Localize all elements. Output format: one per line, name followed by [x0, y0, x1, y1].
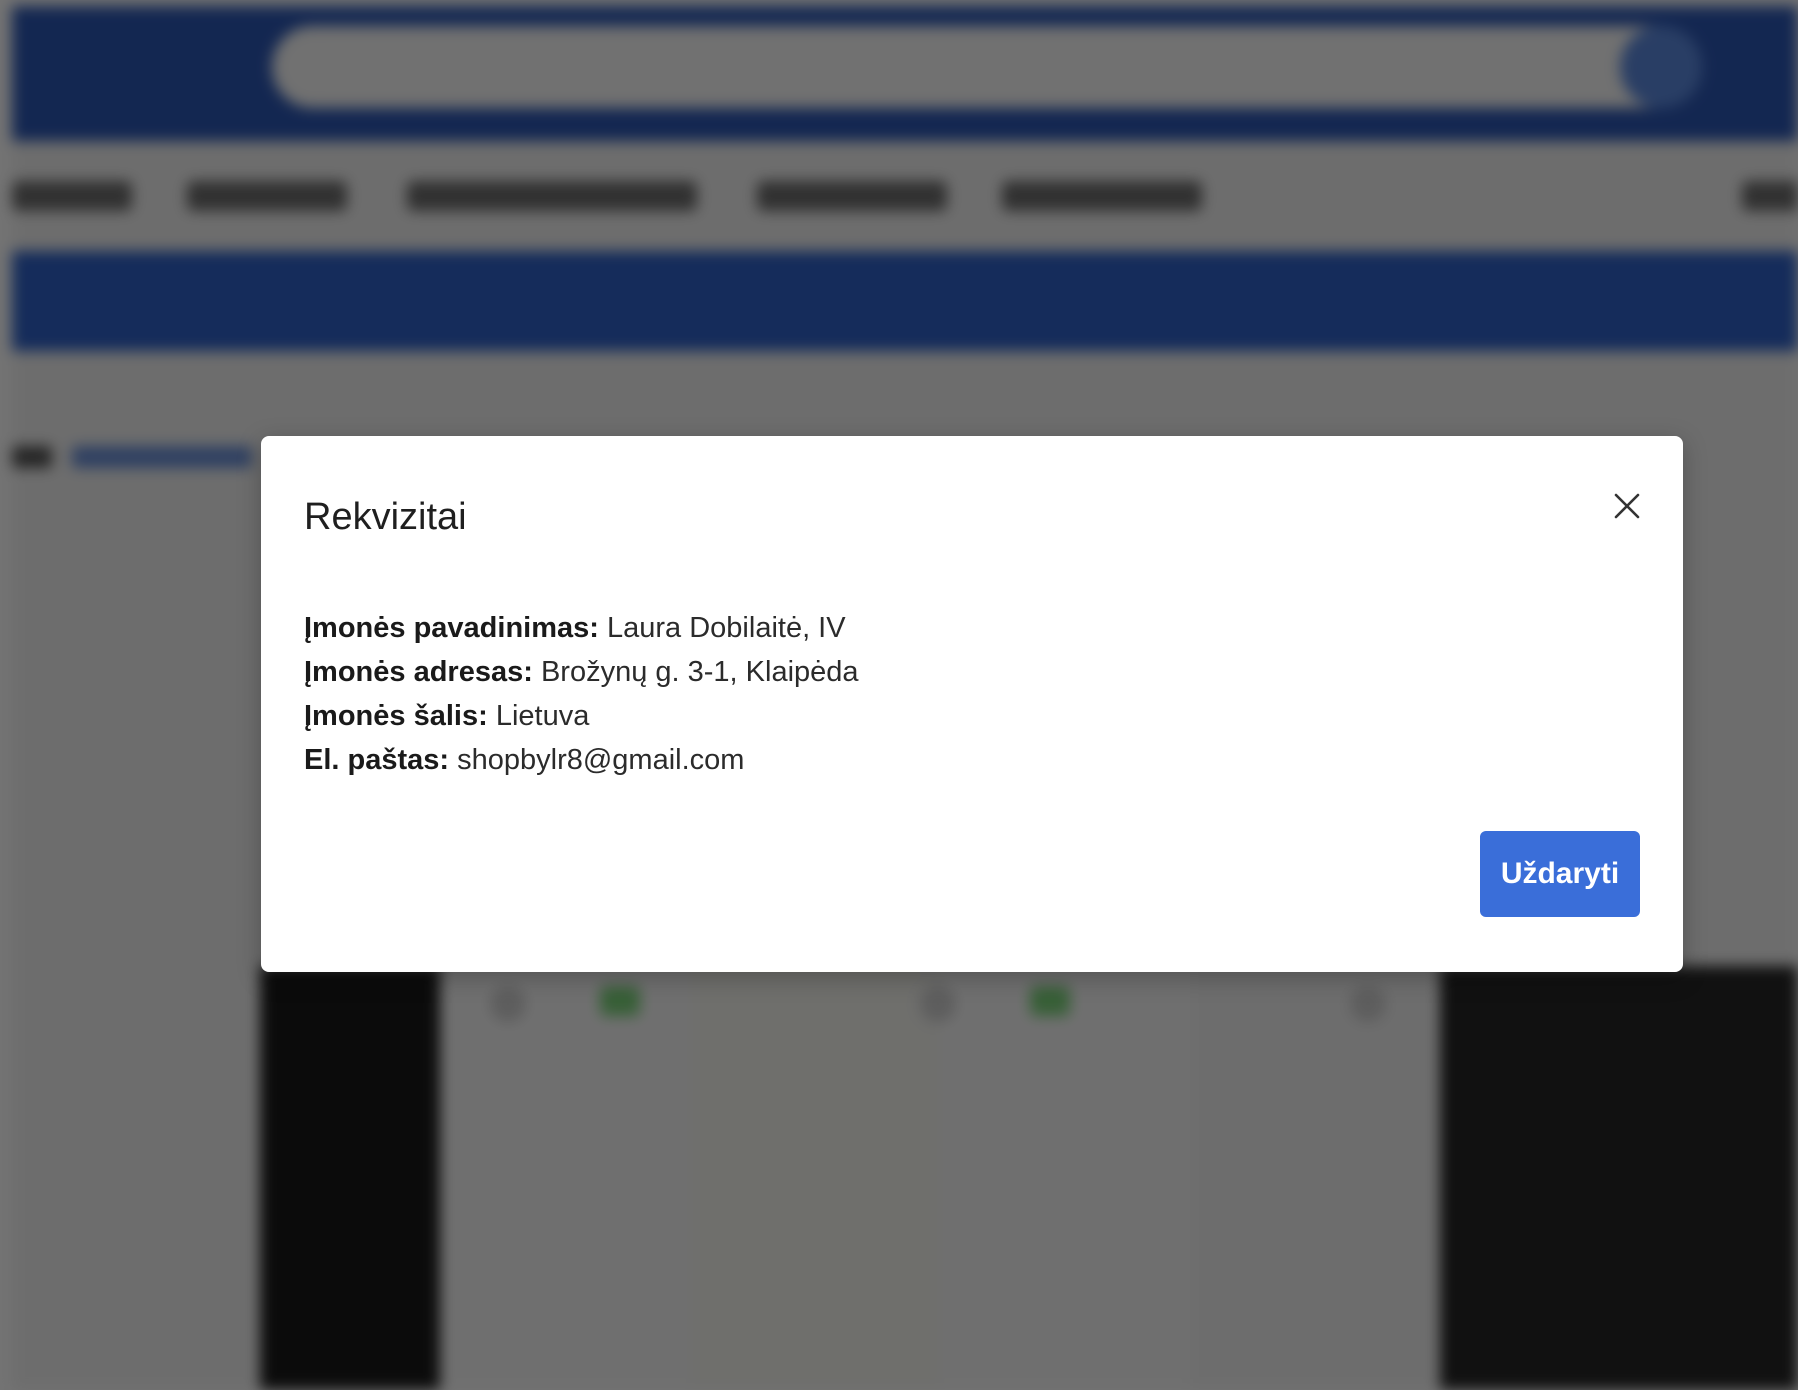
company-name-value: Laura Dobilaitė, IV — [607, 612, 846, 644]
company-details: Įmonės pavadinimas: Laura Dobilaitė, IV … — [304, 606, 859, 782]
close-icon — [1614, 493, 1640, 519]
company-email-value: shopbylr8@gmail.com — [457, 744, 745, 776]
company-address-label: Įmonės adresas: — [304, 656, 533, 688]
company-country-label: Įmonės šalis: — [304, 700, 488, 732]
company-country-value: Lietuva — [495, 700, 590, 732]
company-name-row: Įmonės pavadinimas: Laura Dobilaitė, IV — [304, 606, 859, 650]
close-modal-button[interactable]: Uždaryti — [1480, 831, 1640, 917]
company-country-row: Įmonės šalis: Lietuva — [304, 694, 859, 738]
close-button[interactable] — [1607, 486, 1647, 526]
company-email-label: El. paštas: — [304, 744, 450, 776]
modal-title: Rekvizitai — [304, 496, 467, 538]
company-email-row: El. paštas: shopbylr8@gmail.com — [304, 738, 859, 782]
company-details-modal: Rekvizitai Įmonės pavadinimas: Laura Dob… — [261, 436, 1683, 972]
company-name-label: Įmonės pavadinimas: — [304, 612, 599, 644]
company-address-value: Brožynų g. 3-1, Klaipėda — [540, 656, 859, 688]
company-address-row: Įmonės adresas: Brožynų g. 3-1, Klaipėda — [304, 650, 859, 694]
